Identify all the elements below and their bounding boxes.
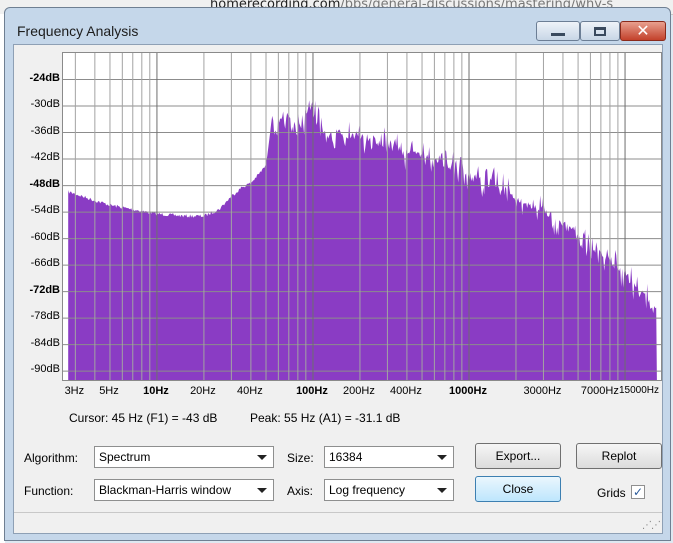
y-tick-label: -48dB (29, 177, 60, 190)
algorithm-label: Algorithm: (24, 451, 79, 465)
function-select[interactable]: Blackman-Harris window (94, 479, 274, 501)
y-tick-label: -60dB (30, 230, 60, 243)
close-button[interactable]: Close (475, 476, 561, 502)
axis-label: Axis: (287, 484, 314, 498)
spectrum-chart (63, 53, 661, 380)
minimize-icon (551, 32, 565, 36)
chevron-down-icon (437, 488, 447, 493)
size-select[interactable]: 16384 (324, 446, 454, 468)
x-tick-label: 20Hz (190, 385, 216, 397)
y-tick-label: -54dB (30, 204, 60, 217)
grids-label: Grids (597, 486, 626, 500)
x-tick-label: 3000Hz (523, 385, 562, 397)
chevron-down-icon (257, 455, 267, 460)
grids-checkbox[interactable]: ✓ (631, 485, 645, 499)
x-tick-label: 10Hz (143, 385, 169, 397)
y-tick-label: -72dB (29, 283, 60, 296)
size-value: 16384 (329, 450, 363, 464)
x-tick-label: 7000Hz (580, 385, 619, 397)
replot-button[interactable]: Replot (576, 443, 662, 469)
peak-readout: Peak: 55 Hz (A1) = -31.1 dB (250, 411, 401, 425)
x-tick-label: 15000Hz (618, 385, 659, 396)
y-tick-label: -42dB (30, 151, 60, 164)
y-tick-label: -36dB (30, 124, 60, 137)
y-tick-label: -84dB (30, 336, 60, 349)
y-tick-label: -24dB (29, 71, 60, 84)
axis-value: Log frequency (329, 483, 406, 497)
y-tick-label: -78dB (30, 310, 60, 323)
window-title: Frequency Analysis (17, 23, 139, 39)
maximize-icon (594, 26, 606, 36)
spectrum-plot[interactable] (62, 52, 662, 381)
x-tick-label: 200Hz (343, 385, 375, 397)
status-bar: ⋰⋰ (14, 512, 662, 533)
export-button[interactable]: Export... (475, 443, 561, 469)
x-tick-label: 40Hz (237, 385, 263, 397)
algorithm-select[interactable]: Spectrum (94, 446, 274, 468)
x-tick-label: 3Hz (64, 385, 85, 397)
maximize-button[interactable] (580, 21, 620, 41)
function-label: Function: (24, 484, 74, 498)
x-tick-label: 5Hz (99, 385, 119, 397)
dialog-client-area: -24dB -30dB -36dB -42dB -48dB -54dB -60dB -66dB… (13, 44, 663, 534)
chevron-down-icon (437, 455, 447, 460)
checkmark-icon: ✓ (632, 485, 644, 499)
x-tick-label: 100Hz (296, 385, 328, 397)
close-window-button[interactable]: ✕ (620, 21, 666, 41)
function-value: Blackman-Harris window (99, 483, 232, 497)
cursor-readout: Cursor: 45 Hz (F1) = -43 dB (69, 411, 218, 425)
y-tick-label: -90dB (30, 363, 60, 376)
x-tick-label: 400Hz (390, 385, 422, 397)
x-tick-label: 1000Hz (449, 385, 487, 397)
close-icon: ✕ (636, 21, 650, 40)
minimize-button[interactable] (536, 21, 580, 41)
axis-select[interactable]: Log frequency (324, 479, 454, 501)
algorithm-value: Spectrum (99, 450, 151, 464)
title-bar[interactable]: Frequency Analysis ✕ (5, 8, 670, 44)
size-label: Size: (287, 451, 314, 465)
y-tick-label: -30dB (30, 98, 60, 111)
frequency-analysis-window: Frequency Analysis ✕ -24dB -30dB -36dB -42d… (4, 7, 671, 541)
resize-grip-icon[interactable]: ⋰⋰ (642, 520, 661, 531)
chevron-down-icon (257, 488, 267, 493)
y-tick-label: -66dB (30, 257, 60, 270)
